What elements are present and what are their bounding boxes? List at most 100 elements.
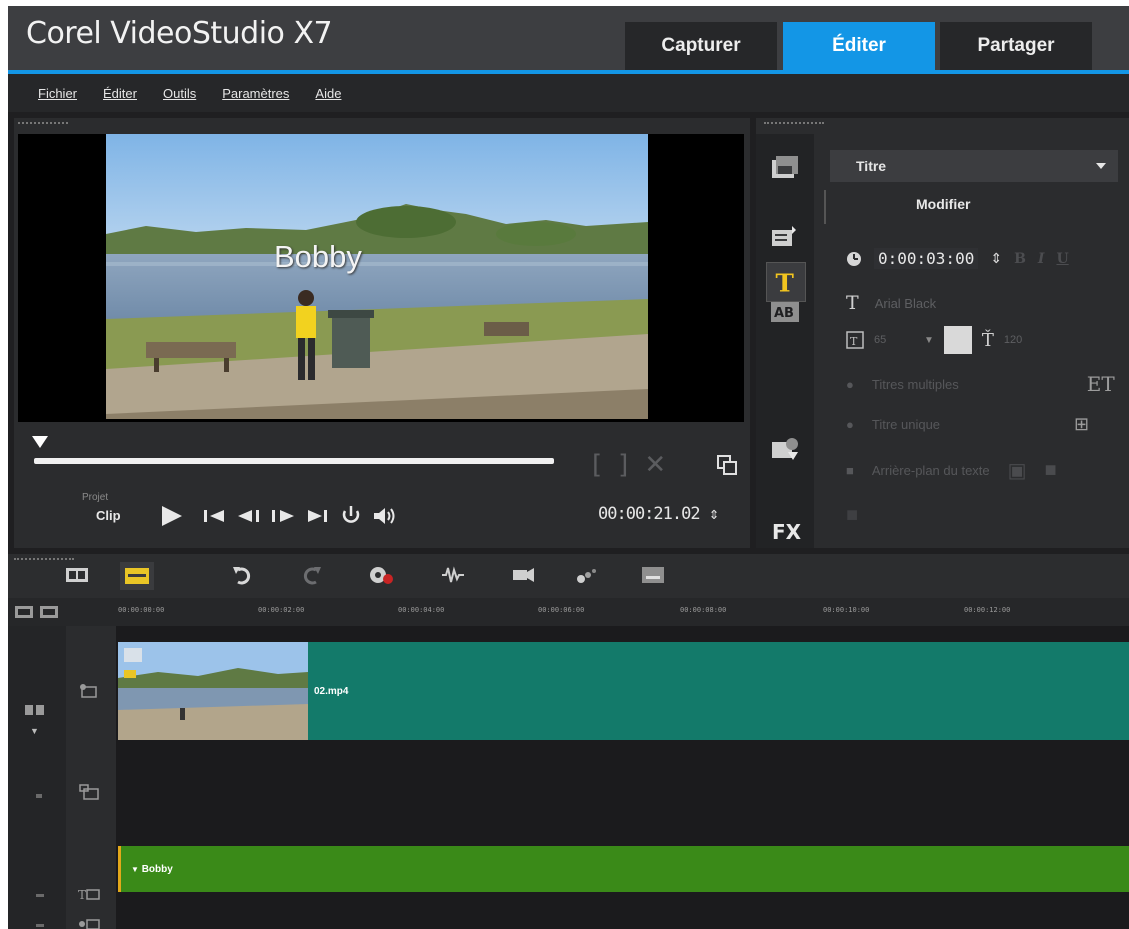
font-select[interactable]: Arial Black — [875, 296, 936, 311]
clip-thumbnail — [118, 642, 308, 740]
instant-project-icon[interactable] — [768, 220, 802, 254]
line-spacing-field[interactable]: 120 — [1004, 334, 1022, 346]
media-icon[interactable] — [768, 152, 802, 186]
voice-track-toggle-icon[interactable] — [30, 918, 52, 929]
play-icon[interactable] — [156, 504, 186, 528]
pan-option-row: ■ — [846, 504, 858, 527]
timeline-view-icon[interactable] — [120, 562, 154, 590]
background-color-icon[interactable]: ■ — [1045, 459, 1057, 482]
filter-icon[interactable]: FX — [772, 520, 801, 544]
go-to-end-icon[interactable] — [302, 504, 332, 528]
text-direction-icon[interactable]: ET — [1087, 372, 1115, 396]
panel-grip[interactable] — [18, 122, 68, 125]
mode-projet[interactable]: Projet — [82, 492, 108, 503]
video-clip-name: 02.mp4 — [314, 686, 349, 697]
scrubber-handle[interactable] — [32, 436, 48, 448]
menu-fichier[interactable]: Fichier — [38, 86, 77, 101]
menu-outils[interactable]: Outils — [163, 86, 196, 101]
panel-grip[interactable] — [14, 558, 74, 561]
next-frame-icon[interactable] — [268, 504, 298, 528]
title-clip[interactable]: ▼ Bobby — [118, 846, 1129, 892]
ruler-tick: 00:00:06:00 — [538, 606, 585, 614]
subtitle-editor-icon[interactable] — [640, 564, 666, 586]
multi-title-option[interactable]: ● Titres multiples ET — [846, 372, 1115, 396]
title-track-toggle-icon[interactable] — [30, 888, 52, 904]
checkbox-icon: ■ — [846, 463, 854, 478]
undo-icon[interactable] — [230, 564, 256, 586]
tab-editer[interactable]: Éditer — [783, 22, 935, 70]
menu-parametres[interactable]: Paramètres — [222, 86, 289, 101]
panel-grip[interactable] — [764, 122, 824, 125]
menu-aide[interactable]: Aide — [315, 86, 341, 101]
background-settings-icon[interactable]: ▣ — [1008, 458, 1027, 483]
chevron-down-icon[interactable]: ▼ — [30, 726, 39, 736]
overlay-track-icon[interactable] — [78, 784, 100, 800]
record-capture-icon[interactable] — [368, 564, 394, 586]
title-tab[interactable]: T — [766, 262, 806, 302]
preview-window: Bobby — [18, 134, 744, 422]
text-background-option[interactable]: ■ Arrière-plan du texte ▣ ■ — [846, 458, 1057, 483]
track-headers: ▼ T — [8, 626, 116, 929]
track-manager-icon[interactable] — [14, 604, 62, 620]
enlarge-preview-icon[interactable] — [716, 454, 738, 476]
mode-clip[interactable]: Clip — [96, 508, 121, 523]
timeline-ruler[interactable]: 00:00:00:00 00:00:02:00 00:00:04:00 00:0… — [8, 598, 1129, 626]
bold-button[interactable]: B — [1014, 251, 1026, 267]
go-to-start-icon[interactable] — [200, 504, 230, 528]
video-track-icon[interactable] — [78, 684, 100, 700]
title-icon: T — [776, 269, 795, 298]
chevron-down-icon[interactable]: ▼ — [924, 335, 934, 346]
italic-button[interactable]: I — [1038, 251, 1045, 267]
mark-in-icon[interactable]: [ — [592, 450, 602, 480]
split-icon[interactable]: ✕ — [644, 450, 666, 480]
category-dropdown[interactable]: Titre — [830, 150, 1118, 182]
title-clip-name: ▼ Bobby — [131, 864, 173, 875]
scrubber-track[interactable] — [34, 458, 554, 464]
svg-text:T: T — [78, 888, 86, 902]
sound-mixer-icon[interactable] — [440, 564, 466, 586]
motion-tracking-icon[interactable] — [574, 564, 600, 586]
tab-partager[interactable]: Partager — [940, 22, 1092, 70]
auto-music-icon[interactable] — [510, 564, 536, 586]
ruler-tick: 00:00:00:00 — [118, 606, 165, 614]
menu-bar: Fichier Éditer Outils Paramètres Aide — [8, 74, 1129, 112]
underline-button[interactable]: U — [1056, 251, 1068, 267]
font-icon: T — [846, 292, 859, 314]
font-size-field[interactable]: 65 — [874, 334, 914, 346]
timecode-display[interactable]: 00:00:21.02 ⇕ — [598, 504, 719, 524]
text-color-swatch[interactable] — [943, 326, 972, 354]
timecode-value[interactable]: 00:00:21.02 — [598, 504, 701, 524]
ripple-edit-icon[interactable] — [24, 702, 46, 718]
chevron-down-icon — [1096, 163, 1106, 169]
video-clip[interactable]: 02.mp4 — [118, 642, 1129, 740]
radio-icon: ● — [846, 376, 854, 392]
voice-track-icon[interactable] — [78, 916, 100, 929]
volume-icon[interactable] — [370, 504, 400, 528]
single-title-option[interactable]: ● Titre unique ⊞ — [846, 414, 1089, 435]
overlay-track-toggle-icon[interactable] — [30, 788, 52, 804]
timeline-toolbar — [8, 554, 1129, 598]
tab-capturer[interactable]: Capturer — [625, 22, 777, 70]
mark-out-icon[interactable]: ] — [618, 450, 628, 480]
pan-checkbox-icon[interactable]: ■ — [846, 504, 858, 527]
clip-thumbnail-image — [118, 642, 308, 740]
previous-frame-icon[interactable] — [234, 504, 264, 528]
duration-spinner-icon[interactable]: ⇕ — [990, 250, 1002, 267]
graphics-icon[interactable] — [768, 432, 802, 466]
redo-icon[interactable] — [298, 564, 324, 586]
title-track-icon[interactable]: T — [78, 886, 100, 902]
storyboard-view-icon[interactable] — [64, 564, 90, 586]
font-size-icon: T — [846, 331, 864, 349]
tab-modifier[interactable]: Modifier — [916, 196, 970, 212]
ruler-tick: 00:00:02:00 — [258, 606, 305, 614]
menu-editer[interactable]: Éditer — [103, 86, 137, 101]
duration-field[interactable]: 0:00:03:00 — [874, 248, 979, 269]
ruler-tick: 00:00:10:00 — [823, 606, 870, 614]
preview-title-text[interactable]: Bobby — [274, 239, 362, 275]
vertical-text-icon[interactable]: ⊞ — [1074, 414, 1089, 435]
ruler-tick: 00:00:04:00 — [398, 606, 445, 614]
svg-text:AB: AB — [774, 306, 794, 321]
trim-controls: [ ] ✕ — [592, 450, 666, 480]
repeat-icon[interactable] — [336, 504, 366, 528]
timecode-spinner-icon[interactable]: ⇕ — [709, 504, 719, 524]
